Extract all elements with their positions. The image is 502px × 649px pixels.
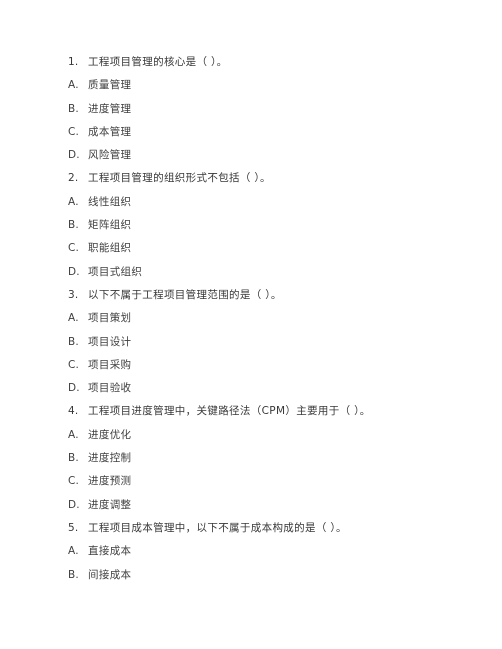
option-letter: B. xyxy=(68,452,79,465)
option-letter: D. xyxy=(68,382,80,395)
question-text: 以下不属于工程项目管理范围的是（ ）。 xyxy=(88,288,282,301)
option-letter: C. xyxy=(68,242,80,255)
option-line: C. 成本管理 xyxy=(68,121,486,144)
option-text: 矩阵组织 xyxy=(88,219,132,232)
option-line: C. 项目采购 xyxy=(68,354,486,377)
option-text: 项目验收 xyxy=(88,382,132,395)
question-line: 3. 以下不属于工程项目管理范围的是（ ）。 xyxy=(68,284,486,307)
question-text: 工程项目进度管理中，关键路径法（CPM）主要用于（ ）。 xyxy=(88,405,371,418)
option-line: A. 质量管理 xyxy=(68,74,486,97)
option-line: B. 间接成本 xyxy=(68,564,486,587)
question-text: 工程项目成本管理中，以下不属于成本构成的是（ ）。 xyxy=(88,521,347,534)
option-text: 项目式组织 xyxy=(88,265,143,278)
option-line: B. 进度控制 xyxy=(68,447,486,470)
option-text: 进度优化 xyxy=(88,428,132,441)
option-line: B. 进度管理 xyxy=(68,98,486,121)
question-number: 2. xyxy=(68,172,79,185)
option-text: 进度调整 xyxy=(88,498,132,511)
option-text: 职能组织 xyxy=(88,242,132,255)
question-number: 3. xyxy=(68,288,79,301)
option-letter: A. xyxy=(68,312,79,325)
option-text: 进度控制 xyxy=(88,452,132,465)
question-number: 1. xyxy=(68,56,79,68)
option-line: D. 风险管理 xyxy=(68,144,486,167)
option-line: D. 项目式组织 xyxy=(68,261,486,284)
question-line: 2. 工程项目管理的组织形式不包括（ ）。 xyxy=(68,167,486,190)
option-line: D. 项目验收 xyxy=(68,377,486,400)
option-letter: A. xyxy=(68,195,79,208)
option-letter: D. xyxy=(68,265,80,278)
option-text: 项目设计 xyxy=(88,335,132,348)
option-letter: D. xyxy=(68,498,80,511)
question-text: 工程项目管理的核心是（ ）。 xyxy=(88,56,228,68)
option-line: C. 进度预测 xyxy=(68,470,486,493)
question-number: 5. xyxy=(68,521,79,534)
option-text: 间接成本 xyxy=(88,568,132,581)
option-line: C. 职能组织 xyxy=(68,237,486,260)
question-list: 1. 工程项目管理的核心是（ ）。 A. 质量管理 B. 进度管理 C. 成本管理 D. 风险管理… xyxy=(68,51,486,587)
document-page: 1. 工程项目管理的核心是（ ）。 A. 质量管理 B. 进度管理 C. 成本管理 D. 风险管理… xyxy=(0,0,502,649)
question-text: 工程项目管理的组织形式不包括（ ）。 xyxy=(88,172,271,185)
option-letter: D. xyxy=(68,149,80,162)
option-letter: A. xyxy=(68,79,79,92)
option-line: D. 进度调整 xyxy=(68,494,486,517)
option-text: 线性组织 xyxy=(88,195,132,208)
option-line: B. 项目设计 xyxy=(68,331,486,354)
question-number: 4. xyxy=(68,405,79,418)
option-text: 直接成本 xyxy=(88,545,132,558)
question-line: 4. 工程项目进度管理中，关键路径法（CPM）主要用于（ ）。 xyxy=(68,400,486,423)
option-letter: A. xyxy=(68,545,79,558)
option-text: 风险管理 xyxy=(88,149,132,162)
option-letter: B. xyxy=(68,102,79,115)
option-letter: C. xyxy=(68,475,80,488)
option-text: 项目采购 xyxy=(88,358,132,371)
option-line: A. 线性组织 xyxy=(68,191,486,214)
option-text: 质量管理 xyxy=(88,79,132,92)
option-letter: C. xyxy=(68,125,80,138)
option-letter: A. xyxy=(68,428,79,441)
option-text: 进度管理 xyxy=(88,102,132,115)
option-line: A. 直接成本 xyxy=(68,540,486,563)
option-letter: B. xyxy=(68,568,79,581)
option-text: 进度预测 xyxy=(88,475,132,488)
option-line: B. 矩阵组织 xyxy=(68,214,486,237)
question-line: 5. 工程项目成本管理中，以下不属于成本构成的是（ ）。 xyxy=(68,517,486,540)
option-line: A. 项目策划 xyxy=(68,307,486,330)
question-line: 1. 工程项目管理的核心是（ ）。 xyxy=(68,51,486,74)
option-letter: C. xyxy=(68,358,80,371)
option-text: 项目策划 xyxy=(88,312,132,325)
option-text: 成本管理 xyxy=(88,125,132,138)
option-letter: B. xyxy=(68,335,79,348)
option-line: A. 进度优化 xyxy=(68,424,486,447)
option-letter: B. xyxy=(68,219,79,232)
